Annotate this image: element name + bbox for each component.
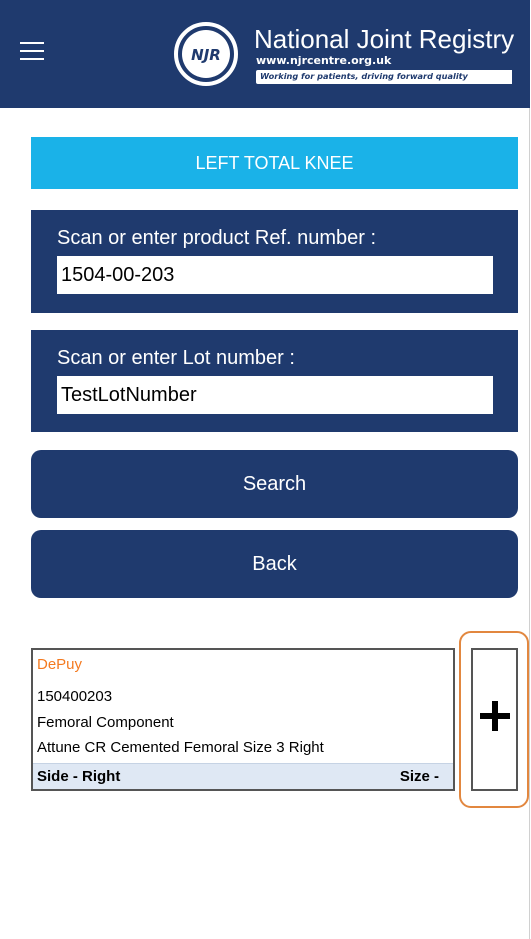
njr-badge: NJR	[174, 22, 238, 86]
result-size: Size -	[399, 768, 439, 785]
search-result-card[interactable]: DePuy 150400203 Femoral Component Attune…	[31, 648, 455, 791]
result-component-type: Femoral Component	[37, 714, 174, 731]
ref-number-input[interactable]	[57, 256, 493, 294]
result-side: Side - Right	[37, 768, 121, 785]
result-footer: Side - Right Size -	[33, 763, 453, 789]
hamburger-menu-icon[interactable]	[20, 36, 56, 68]
add-component-button[interactable]	[471, 648, 518, 791]
lot-number-label: Scan or enter Lot number :	[57, 347, 295, 369]
result-description: Attune CR Cemented Femoral Size 3 Right	[37, 739, 324, 756]
procedure-banner: LEFT TOTAL KNEE	[31, 137, 518, 189]
ref-number-label: Scan or enter product Ref. number :	[57, 227, 377, 249]
lot-number-input[interactable]	[57, 376, 493, 414]
logo-tagline: Working for patients, driving forward qu…	[260, 71, 468, 81]
njr-badge-text: NJR	[191, 46, 221, 64]
result-manufacturer: DePuy	[37, 656, 83, 673]
logo-url: www.njrcentre.org.uk	[256, 54, 392, 67]
logo-tagline-strip: Working for patients, driving forward qu…	[256, 70, 512, 84]
njr-logo: NJR National Joint Registry www.njrcentr…	[174, 14, 514, 86]
search-button[interactable]: Search	[31, 450, 518, 518]
top-bar: NJR National Joint Registry www.njrcentr…	[0, 0, 530, 108]
lot-number-panel: Scan or enter Lot number :	[31, 330, 518, 432]
ref-number-panel: Scan or enter product Ref. number :	[31, 210, 518, 313]
back-button[interactable]: Back	[31, 530, 518, 598]
result-ref-number: 150400203	[37, 688, 113, 705]
logo-title: National Joint Registry	[254, 24, 515, 54]
app-frame: NJR National Joint Registry www.njrcentr…	[0, 0, 530, 939]
